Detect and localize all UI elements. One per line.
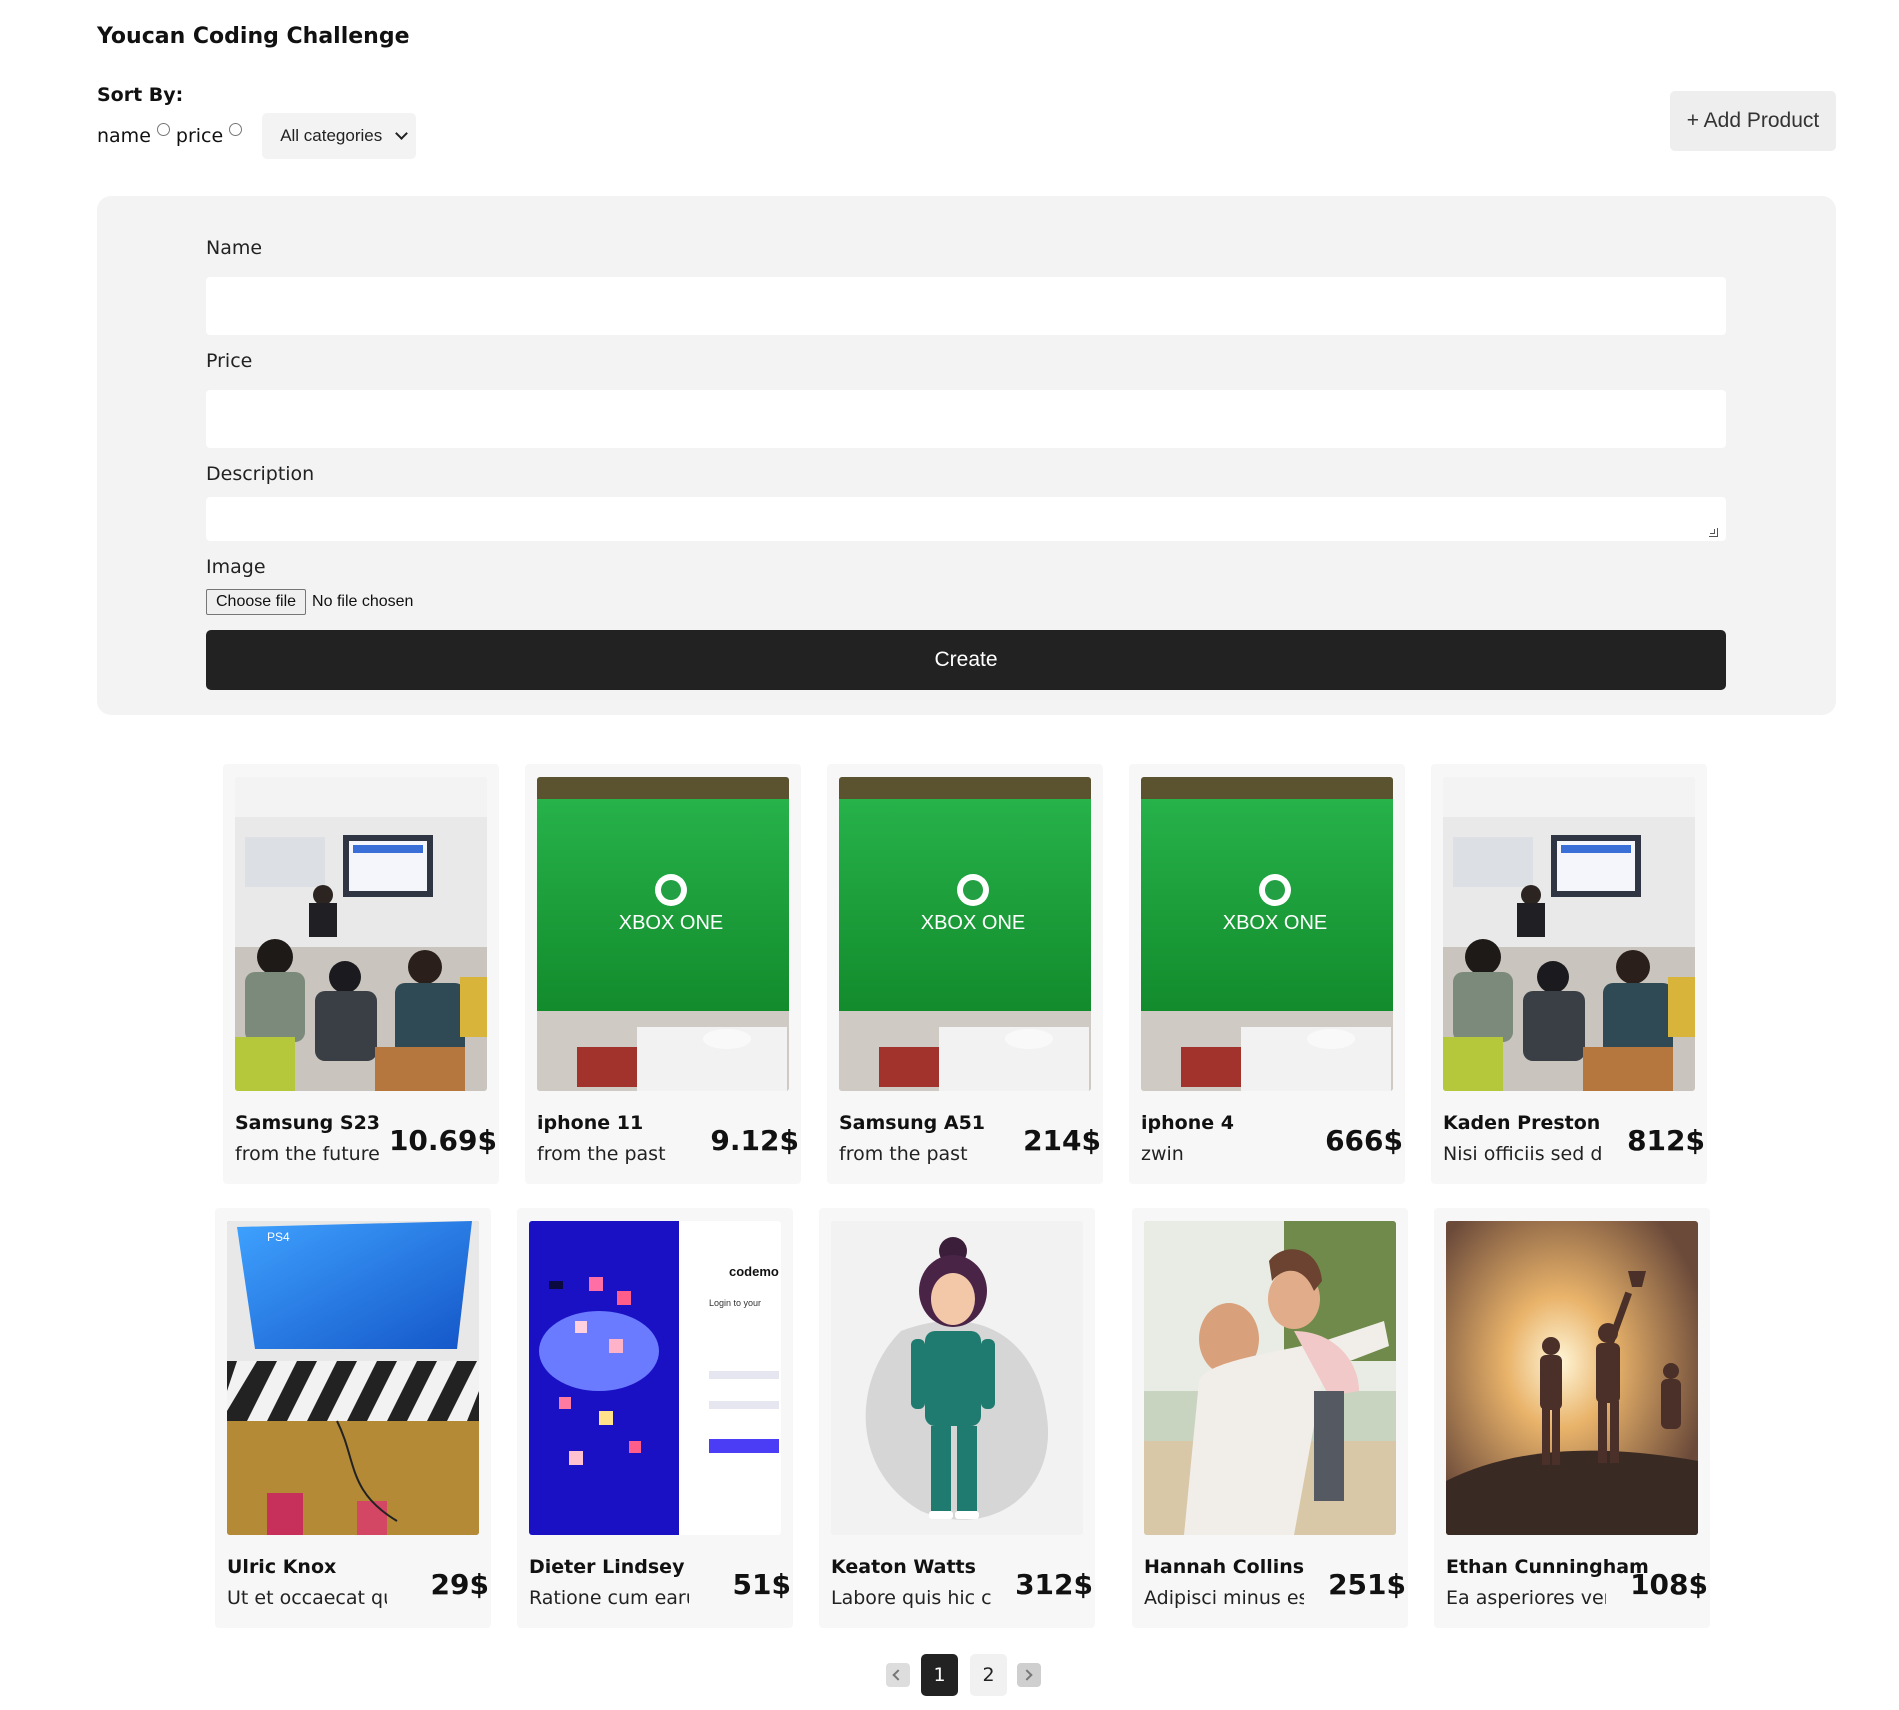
- resize-handle-icon[interactable]: [1709, 528, 1718, 537]
- summit-silhouettes-photo: [1446, 1221, 1698, 1535]
- product-description: zwin: [1141, 1143, 1184, 1165]
- product-card[interactable]: Kaden Preston Nisi officiis sed do 812$: [1431, 764, 1707, 1184]
- pagination-prev-button[interactable]: [886, 1663, 910, 1687]
- choose-file-button[interactable]: Choose file: [206, 589, 307, 615]
- product-price: 51$: [732, 1568, 791, 1601]
- description-textarea[interactable]: [206, 497, 1726, 541]
- product-price: 29$: [430, 1568, 489, 1601]
- product-card[interactable]: XBOX ONE Samsung A51 from the past 214$: [827, 764, 1103, 1184]
- category-select-value: All categories: [280, 126, 383, 145]
- chevron-right-icon: [1021, 1669, 1033, 1681]
- image-label: Image: [206, 556, 266, 578]
- xbox-one-text: XBOX ONE: [1223, 912, 1327, 934]
- chevron-down-icon: [395, 127, 409, 140]
- product-price: 214$: [1023, 1124, 1101, 1157]
- product-description: Ea asperiores veniam: [1446, 1587, 1606, 1609]
- xbox-one-photo: XBOX ONE: [1141, 777, 1393, 1091]
- product-description: Ut et occaecat qui a: [227, 1587, 387, 1609]
- product-price: 108$: [1630, 1568, 1708, 1601]
- xbox-one-text: XBOX ONE: [619, 912, 723, 934]
- xbox-one-photo: XBOX ONE: [839, 777, 1091, 1091]
- product-description: from the future: [235, 1143, 380, 1165]
- image-file-input: Choose file No file chosen: [206, 589, 413, 615]
- product-price: 666$: [1325, 1124, 1403, 1157]
- cartoon-girl-illustration: [831, 1221, 1083, 1535]
- product-name: Ulric Knox: [227, 1556, 337, 1578]
- product-name: Dieter Lindsey: [529, 1556, 685, 1578]
- classroom-photo: [1443, 777, 1695, 1091]
- product-card[interactable]: Hannah Collins Adipisci minus est n 251$: [1132, 1208, 1408, 1628]
- description-label: Description: [206, 463, 315, 485]
- product-card[interactable]: Samsung S23 from the future 10.69$: [223, 764, 499, 1184]
- product-name: Kaden Preston: [1443, 1112, 1601, 1134]
- product-name: Samsung A51: [839, 1112, 986, 1134]
- price-input[interactable]: [206, 390, 1726, 448]
- product-name: Ethan Cunningham: [1446, 1556, 1649, 1578]
- product-description: Ratione cum earum do: [529, 1587, 689, 1609]
- name-input[interactable]: [206, 277, 1726, 335]
- file-status: No file chosen: [312, 593, 414, 610]
- sort-price-radio[interactable]: [229, 122, 243, 136]
- xbox-one-photo: XBOX ONE: [537, 777, 789, 1091]
- product-card[interactable]: XBOX ONE iphone 4 zwin 666$: [1129, 764, 1405, 1184]
- product-description: Nisi officiis sed do: [1443, 1143, 1603, 1165]
- product-card[interactable]: Keaton Watts Labore quis hic comm 312$: [819, 1208, 1095, 1628]
- chevron-left-icon: [892, 1669, 904, 1681]
- product-price: 312$: [1015, 1568, 1093, 1601]
- category-select[interactable]: All categories: [262, 113, 417, 159]
- codemo-logo-text: codemo: [729, 1264, 779, 1279]
- price-label: Price: [206, 350, 253, 372]
- product-name: Hannah Collins: [1144, 1556, 1305, 1578]
- name-label: Name: [206, 237, 263, 259]
- product-description: from the past: [537, 1143, 666, 1165]
- product-description: from the past: [839, 1143, 968, 1165]
- sort-name-label: name: [97, 125, 151, 147]
- product-price: 10.69$: [388, 1124, 497, 1157]
- product-description: Labore quis hic comm: [831, 1587, 991, 1609]
- xbox-one-text: XBOX ONE: [921, 912, 1025, 934]
- product-name: iphone 4: [1141, 1112, 1234, 1134]
- sort-name-radio[interactable]: [156, 122, 170, 136]
- sort-controls: name price All categories: [97, 112, 417, 160]
- login-heading-text: Login to your: [709, 1298, 761, 1308]
- sort-by-label: Sort By:: [97, 84, 184, 106]
- product-name: Samsung S23: [235, 1112, 381, 1134]
- product-name: Keaton Watts: [831, 1556, 976, 1578]
- sort-price-label: price: [175, 125, 224, 147]
- product-name: iphone 11: [537, 1112, 644, 1134]
- product-description: Adipisci minus est n: [1144, 1587, 1304, 1609]
- svg-text:PS4: PS4: [267, 1230, 290, 1244]
- codemo-login-screenshot: codemo Login to your: [529, 1221, 781, 1535]
- product-card[interactable]: XBOX ONE iphone 11 from the past 9.12$: [525, 764, 801, 1184]
- page-title: Youcan Coding Challenge: [97, 24, 410, 49]
- product-price: 9.12$: [710, 1124, 799, 1157]
- classroom-photo: [235, 777, 487, 1091]
- create-button[interactable]: Create: [206, 630, 1726, 690]
- product-price: 812$: [1627, 1124, 1705, 1157]
- pagination-next-button[interactable]: [1017, 1663, 1041, 1687]
- product-price: 251$: [1328, 1568, 1406, 1601]
- add-product-button[interactable]: + Add Product: [1670, 91, 1836, 151]
- product-card[interactable]: Ethan Cunningham Ea asperiores veniam 10…: [1434, 1208, 1710, 1628]
- product-card[interactable]: PS4 Ulric Knox Ut et occaecat qui a 29$: [215, 1208, 491, 1628]
- happy-couple-photo: [1144, 1221, 1396, 1535]
- pagination-page-1[interactable]: 1: [921, 1654, 958, 1696]
- ps4-tv-photo: PS4: [227, 1221, 479, 1535]
- pagination-page-2[interactable]: 2: [970, 1654, 1007, 1696]
- product-card[interactable]: codemo Login to your Dieter Lindsey Rati…: [517, 1208, 793, 1628]
